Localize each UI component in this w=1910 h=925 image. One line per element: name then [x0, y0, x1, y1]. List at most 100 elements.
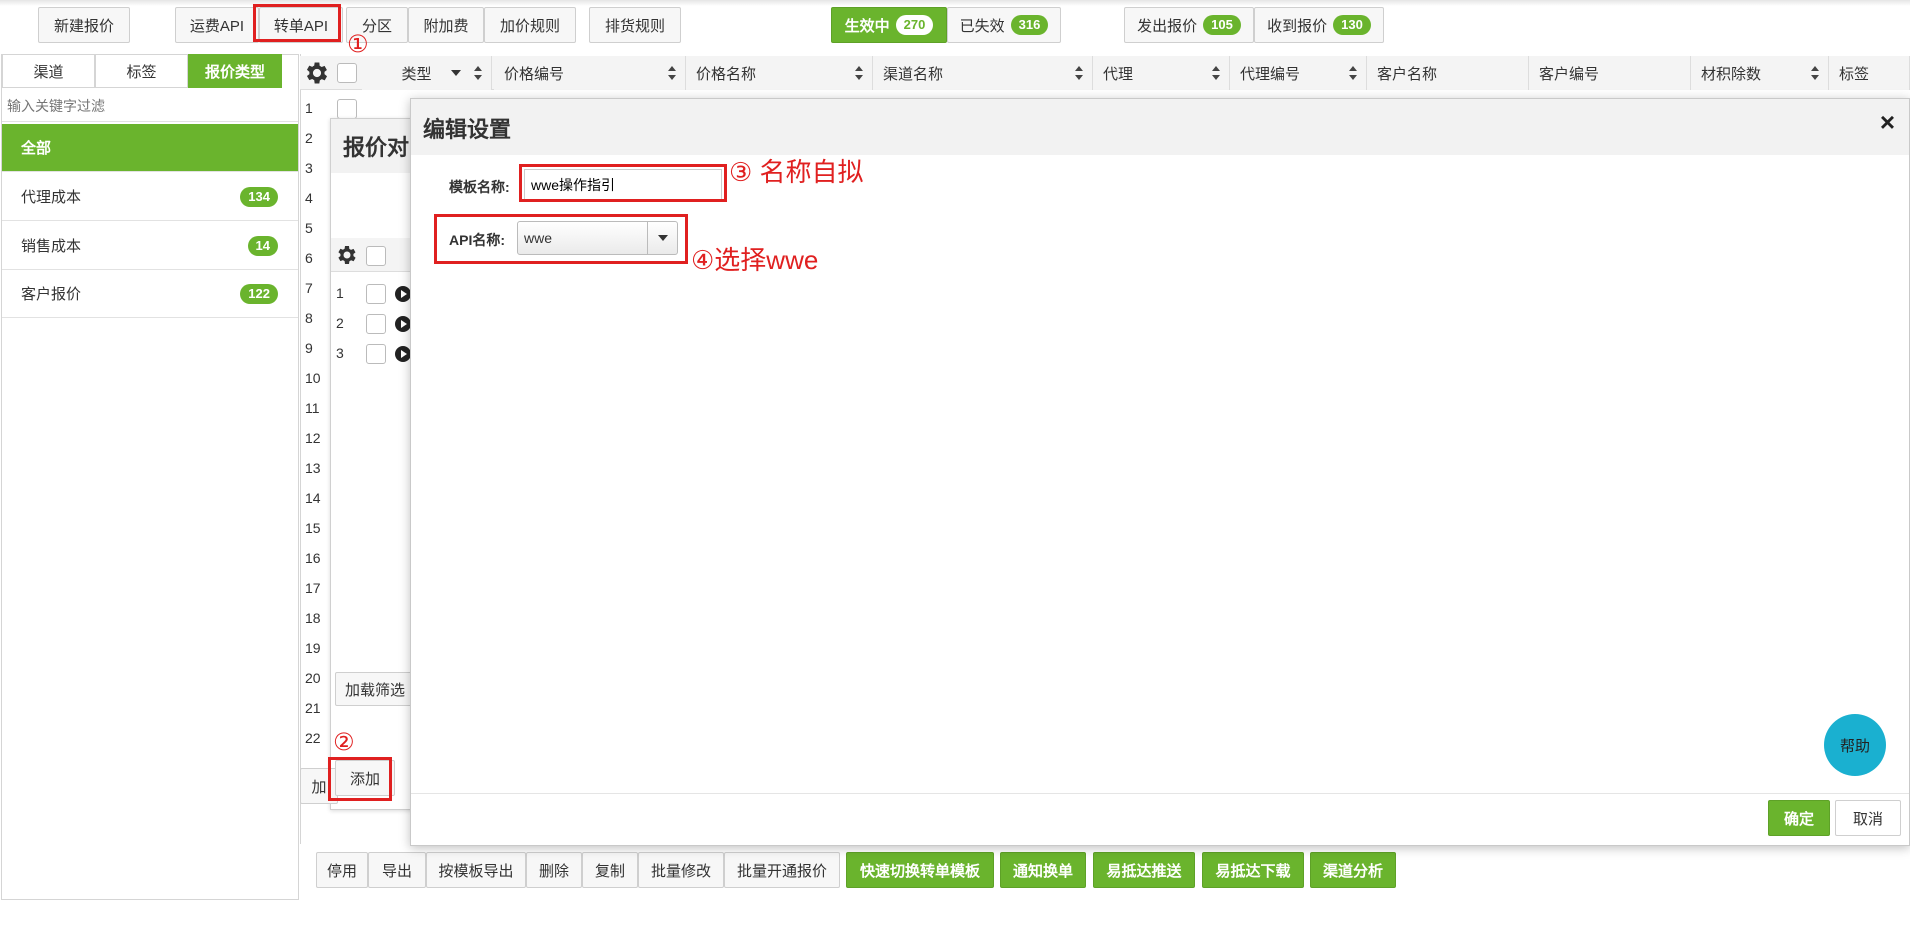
api-name-value: wwe: [524, 230, 553, 246]
partial-button[interactable]: 加: [300, 768, 338, 804]
row-number: 18: [305, 610, 321, 626]
tab-active[interactable]: 生效中 270: [831, 7, 947, 43]
sidebar-filter-input[interactable]: [2, 90, 298, 122]
row-number: 20: [305, 670, 321, 686]
row-number: 5: [305, 220, 313, 236]
dropdown-icon[interactable]: [451, 70, 461, 76]
sidebar-item-agent-cost[interactable]: 代理成本 134: [2, 173, 298, 221]
background-dialog: [330, 118, 420, 810]
transfer-api-button[interactable]: 转单API: [259, 7, 343, 43]
add-button[interactable]: 添加: [335, 760, 395, 796]
freight-api-button[interactable]: 运费API: [175, 7, 259, 43]
sidebar-tab-quote-type[interactable]: 报价类型: [188, 54, 282, 88]
surcharge-button[interactable]: 附加费: [408, 7, 484, 43]
tab-received-count: 130: [1333, 15, 1371, 35]
gear-icon[interactable]: [335, 243, 359, 267]
sort-icon[interactable]: [1074, 66, 1084, 80]
row-checkbox[interactable]: [366, 284, 386, 304]
template-name-input[interactable]: [524, 169, 722, 201]
tab-received[interactable]: 收到报价 130: [1254, 7, 1384, 43]
chevron-down-icon[interactable]: [647, 222, 677, 254]
column-header-volume-divisor[interactable]: 材积除数: [1691, 56, 1829, 90]
row-checkbox[interactable]: [366, 344, 386, 364]
sidebar-item-label: 全部: [21, 140, 52, 157]
row-number: 6: [305, 250, 313, 266]
sidebar-tab-tag[interactable]: 标签: [95, 54, 188, 88]
column-header-channel-name[interactable]: 渠道名称: [873, 56, 1093, 90]
sort-icon[interactable]: [473, 66, 483, 80]
row-number: 12: [305, 430, 321, 446]
tab-expired-label: 已失效: [959, 17, 1005, 35]
gear-icon[interactable]: [303, 59, 331, 87]
row-checkbox[interactable]: [337, 99, 357, 119]
sort-icon[interactable]: [1810, 66, 1820, 80]
sidebar-item-sales-cost[interactable]: 销售成本 14: [2, 222, 298, 270]
confirm-button[interactable]: 确定: [1768, 800, 1830, 836]
sort-icon[interactable]: [854, 66, 864, 80]
markup-rule-button[interactable]: 加价规则: [484, 7, 576, 43]
template-export-button[interactable]: 按模板导出: [426, 852, 526, 888]
sort-icon[interactable]: [1348, 66, 1358, 80]
delete-button[interactable]: 删除: [526, 852, 582, 888]
modal-header: [411, 99, 1909, 155]
sort-icon[interactable]: [667, 66, 677, 80]
sidebar-item-customer-quote[interactable]: 客户报价 122: [2, 270, 298, 318]
yidida-push-button[interactable]: 易抵达推送: [1093, 852, 1195, 888]
row-number: 15: [305, 520, 321, 536]
column-header-price-code[interactable]: 价格编号: [494, 56, 686, 90]
help-button[interactable]: 帮助: [1824, 714, 1886, 776]
annotation-step3: ③ 名称自拟: [729, 157, 864, 187]
play-icon[interactable]: [395, 346, 411, 362]
sort-icon[interactable]: [1211, 66, 1221, 80]
load-filter-button[interactable]: 加载筛选: [335, 672, 415, 706]
disable-button[interactable]: 停用: [316, 852, 368, 888]
sidebar-item-all[interactable]: 全部: [2, 124, 298, 172]
sidebar-item-label: 客户报价: [21, 286, 82, 303]
play-icon[interactable]: [395, 316, 411, 332]
row-number: 14: [305, 490, 321, 506]
annotation-step4: ④选择wwe: [691, 245, 819, 275]
row-number: 1: [305, 100, 313, 116]
tab-sent[interactable]: 发出报价 105: [1124, 7, 1254, 43]
background-row-number: 2: [336, 315, 344, 331]
column-header-customer-code[interactable]: 客户编号: [1529, 56, 1691, 90]
sidebar-item-count: 14: [247, 235, 278, 256]
batch-open-quote-button[interactable]: 批量开通报价: [724, 852, 840, 888]
column-label: 客户名称: [1377, 65, 1438, 83]
play-icon[interactable]: [395, 286, 411, 302]
select-all-checkbox[interactable]: [337, 63, 357, 83]
tab-active-label: 生效中: [844, 17, 890, 35]
tab-received-label: 收到报价: [1267, 17, 1328, 35]
close-icon[interactable]: ×: [1880, 107, 1895, 138]
notify-change-button[interactable]: 通知换单: [1000, 852, 1086, 888]
sort-rule-button[interactable]: 排货规则: [589, 7, 681, 43]
tab-sent-count: 105: [1203, 15, 1241, 35]
copy-button[interactable]: 复制: [582, 852, 638, 888]
column-label: 类型: [401, 65, 432, 83]
api-name-select[interactable]: wwe: [517, 221, 678, 255]
annotation-step1: ①: [347, 31, 369, 58]
tab-expired[interactable]: 已失效 316: [947, 7, 1061, 43]
select-all-checkbox[interactable]: [366, 246, 386, 266]
sidebar-item-count: 122: [240, 283, 278, 304]
row-number: 3: [305, 160, 313, 176]
export-button[interactable]: 导出: [368, 852, 426, 888]
help-label: 帮助: [1839, 737, 1870, 755]
column-header-type[interactable]: 类型: [362, 56, 492, 90]
column-header-customer-name[interactable]: 客户名称: [1367, 56, 1529, 90]
column-header-agent-code[interactable]: 代理编号: [1230, 56, 1367, 90]
background-dialog-title: 报价对: [343, 135, 410, 160]
row-checkbox[interactable]: [366, 314, 386, 334]
quick-switch-template-button[interactable]: 快速切换转单模板: [846, 852, 994, 888]
column-header-agent[interactable]: 代理: [1093, 56, 1230, 90]
cancel-button[interactable]: 取消: [1835, 800, 1901, 836]
column-header-price-name[interactable]: 价格名称: [686, 56, 873, 90]
sidebar-tab-channel[interactable]: 渠道: [2, 54, 95, 88]
channel-analysis-button[interactable]: 渠道分析: [1310, 852, 1396, 888]
row-number: 9: [305, 340, 313, 356]
new-quote-button[interactable]: 新建报价: [38, 7, 130, 43]
yidida-download-button[interactable]: 易抵达下载: [1202, 852, 1304, 888]
column-label: 代理: [1103, 65, 1134, 83]
column-header-tag[interactable]: 标签: [1829, 56, 1910, 90]
batch-edit-button[interactable]: 批量修改: [638, 852, 724, 888]
